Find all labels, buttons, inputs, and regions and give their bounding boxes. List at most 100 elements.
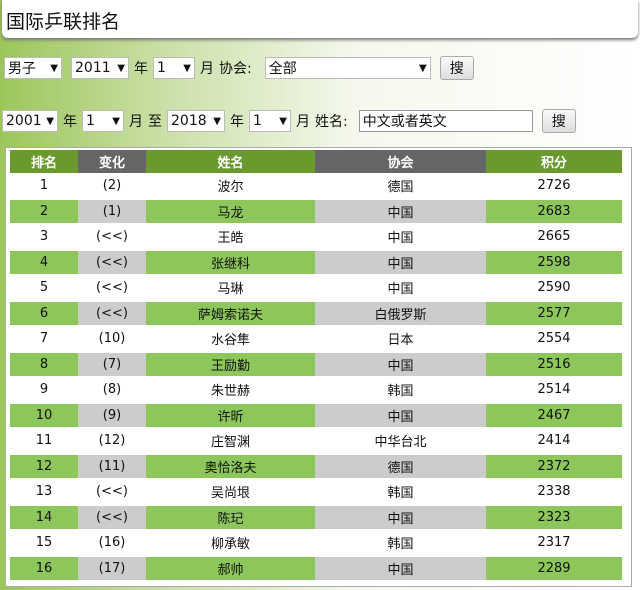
- cell-player-name: 马琳: [146, 275, 315, 302]
- cell-rank: 16: [10, 555, 78, 582]
- from-year-select[interactable]: 2001 ▼: [2, 110, 58, 132]
- chevron-down-icon: ▼: [50, 62, 58, 74]
- cell-player-name: 柳承敏: [146, 530, 315, 557]
- table-row: 12 (11) 奥恰洛夫 德国 2372: [10, 453, 622, 480]
- name-search-button[interactable]: 搜: [541, 109, 576, 133]
- cell-rank: 3: [10, 224, 78, 251]
- cell-player-name: 陈玘: [146, 504, 315, 531]
- cell-rank: 7: [10, 326, 78, 353]
- cell-association: 中国: [315, 249, 486, 276]
- cell-player-name: 许昕: [146, 402, 315, 429]
- cell-points: 2338: [486, 479, 622, 506]
- cell-change: (16): [78, 530, 146, 557]
- year-unit: 年: [230, 114, 244, 130]
- table-row: 11 (12) 庄智渊 中华台北 2414: [10, 428, 622, 455]
- cell-player-name: 马龙: [146, 198, 315, 225]
- cell-change: (<<): [78, 249, 146, 276]
- cell-change: (10): [78, 326, 146, 353]
- cell-player-name: 王励勤: [146, 351, 315, 378]
- cell-rank: 6: [10, 300, 78, 327]
- cell-player-name: 萨姆索诺夫: [146, 300, 315, 327]
- to-label: 至: [148, 114, 162, 130]
- month-unit: 月: [296, 114, 310, 130]
- table-row: 3 (<<) 王皓 中国 2665: [10, 224, 622, 251]
- chevron-down-icon: ▼: [112, 115, 120, 127]
- cell-association: 中华台北: [315, 428, 486, 455]
- assoc-label: 协会:: [219, 61, 252, 77]
- cell-association: 中国: [315, 198, 486, 225]
- header-association: 协会: [315, 150, 486, 173]
- year-value: 2011: [75, 60, 111, 76]
- table-row: 6 (<<) 萨姆索诺夫 白俄罗斯 2577: [10, 300, 622, 327]
- cell-points: 2514: [486, 377, 622, 404]
- search-button[interactable]: 搜: [439, 56, 474, 80]
- month-unit: 月: [129, 114, 143, 130]
- cell-rank: 8: [10, 351, 78, 378]
- cell-points: 2554: [486, 326, 622, 353]
- cell-points: 2726: [486, 173, 622, 200]
- cell-points: 2590: [486, 275, 622, 302]
- cell-player-name: 郝帅: [146, 555, 315, 582]
- cell-association: 德国: [315, 453, 486, 480]
- cell-player-name: 朱世赫: [146, 377, 315, 404]
- from-month-select[interactable]: 1 ▼: [82, 110, 124, 132]
- cell-association: 韩国: [315, 479, 486, 506]
- from-month-value: 1: [86, 113, 95, 129]
- chevron-down-icon: ▼: [279, 115, 287, 127]
- year-select[interactable]: 2011 ▼: [71, 57, 129, 79]
- table-row: 13 (<<) 吴尚垠 韩国 2338: [10, 479, 622, 506]
- to-year-value: 2018: [171, 113, 207, 129]
- to-year-select[interactable]: 2018 ▼: [167, 110, 225, 132]
- cell-player-name: 水谷隼: [146, 326, 315, 353]
- cell-association: 韩国: [315, 377, 486, 404]
- cell-rank: 11: [10, 428, 78, 455]
- name-input[interactable]: 中文或者英文: [358, 110, 533, 132]
- cell-points: 2665: [486, 224, 622, 251]
- table-row: 10 (9) 许昕 中国 2467: [10, 402, 622, 429]
- month-select[interactable]: 1 ▼: [153, 57, 195, 79]
- gender-select[interactable]: 男子 ▼: [4, 57, 62, 79]
- cell-rank: 12: [10, 453, 78, 480]
- cell-association: 中国: [315, 555, 486, 582]
- cell-change: (<<): [78, 275, 146, 302]
- cell-change: (<<): [78, 224, 146, 251]
- cell-player-name: 王皓: [146, 224, 315, 251]
- table-header: 排名 变化 姓名 协会 积分: [10, 150, 622, 173]
- cell-points: 2577: [486, 300, 622, 327]
- table-row: 7 (10) 水谷隼 日本 2554: [10, 326, 622, 353]
- cell-player-name: 张继科: [146, 249, 315, 276]
- cell-association: 韩国: [315, 530, 486, 557]
- month-unit: 月: [200, 61, 214, 77]
- chevron-down-icon: ▼: [213, 115, 221, 127]
- cell-points: 2414: [486, 428, 622, 455]
- cell-rank: 2: [10, 198, 78, 225]
- cell-rank: 4: [10, 249, 78, 276]
- cell-points: 2516: [486, 351, 622, 378]
- year-unit: 年: [63, 114, 77, 130]
- ranking-table: 排名 变化 姓名 协会 积分 1 (2) 波尔 德国 2726 2 (1) 马龙 中国 2683 3…: [10, 150, 622, 582]
- cell-change: (12): [78, 428, 146, 455]
- to-month-select[interactable]: 1 ▼: [249, 110, 291, 132]
- table-row: 16 (17) 郝帅 中国 2289: [10, 555, 622, 582]
- to-month-value: 1: [253, 113, 262, 129]
- cell-points: 2372: [486, 453, 622, 480]
- cell-player-name: 吴尚垠: [146, 479, 315, 506]
- cell-change: (17): [78, 555, 146, 582]
- cell-points: 2317: [486, 530, 622, 557]
- cell-points: 2467: [486, 402, 622, 429]
- chevron-down-icon: ▼: [419, 62, 427, 74]
- assoc-select[interactable]: 全部 ▼: [264, 57, 431, 79]
- cell-association: 日本: [315, 326, 486, 353]
- page-title: 国际乒联排名: [2, 0, 638, 38]
- table-row: 8 (7) 王励勤 中国 2516: [10, 351, 622, 378]
- chevron-down-icon: ▼: [117, 62, 125, 74]
- cell-player-name: 庄智渊: [146, 428, 315, 455]
- header-points: 积分: [486, 150, 622, 173]
- cell-change: (8): [78, 377, 146, 404]
- assoc-value: 全部: [268, 61, 297, 77]
- table-row: 9 (8) 朱世赫 韩国 2514: [10, 377, 622, 404]
- cell-points: 2598: [486, 249, 622, 276]
- cell-player-name: 奥恰洛夫: [146, 453, 315, 480]
- cell-rank: 14: [10, 504, 78, 531]
- header-rank: 排名: [10, 150, 78, 173]
